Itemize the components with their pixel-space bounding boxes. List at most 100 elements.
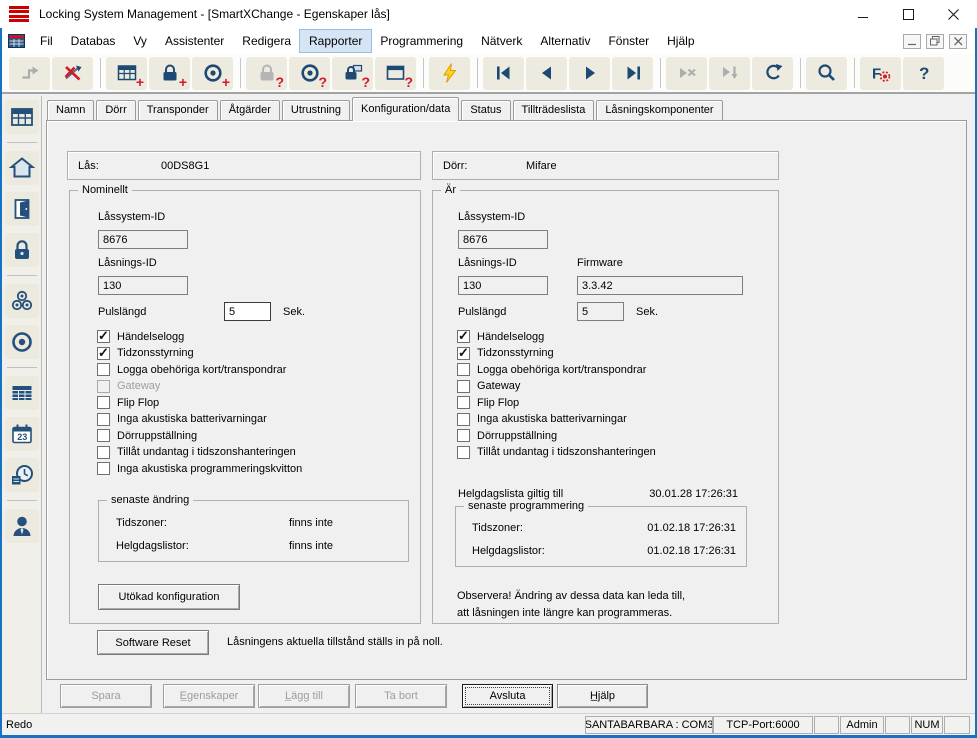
sidebar-matrix-button[interactable]: [5, 100, 39, 134]
sidebar-door-button[interactable]: [5, 192, 39, 226]
checkbox-box[interactable]: [457, 396, 470, 409]
mdi-restore-button[interactable]: [926, 34, 944, 49]
exit-button[interactable]: Avsluta: [462, 684, 553, 708]
add-lock-button[interactable]: [149, 57, 190, 90]
last-record-button[interactable]: [612, 57, 653, 90]
actual-system-id-input[interactable]: [458, 230, 548, 249]
checkbox-box[interactable]: [457, 429, 470, 442]
search-button[interactable]: [806, 57, 847, 90]
maximize-button[interactable]: [886, 0, 931, 28]
menu-rapporter[interactable]: Rapporter: [300, 30, 371, 52]
menu-assistenter[interactable]: Assistenter: [156, 30, 233, 52]
checkbox-box[interactable]: [97, 462, 110, 475]
tab-dorr[interactable]: Dörr: [96, 100, 135, 120]
properties-button[interactable]: E̲genskaper: [163, 684, 255, 708]
menu-fonster[interactable]: Fönster: [599, 30, 658, 52]
help-footer-button[interactable]: H̲jälp: [557, 684, 648, 708]
nominal-checkbox-tillat-undantag[interactable]: Tillåt undantag i tidszonshanteringen: [97, 446, 302, 459]
actual-checkbox-logga-obehoriga[interactable]: Logga obehöriga kort/transpondrar: [457, 363, 656, 376]
help-button[interactable]: ?: [903, 57, 944, 90]
actual-checkbox-handelselogg[interactable]: Händelselogg: [457, 330, 656, 343]
firmware-input[interactable]: [577, 276, 743, 295]
nominal-checkbox-inga-batterivarningar[interactable]: Inga akustiska batterivarningar: [97, 413, 302, 426]
cancel-button[interactable]: [666, 57, 707, 90]
minimize-button[interactable]: [841, 0, 886, 28]
software-reset-button[interactable]: Software Reset: [97, 630, 209, 655]
sidebar-user-button[interactable]: [5, 509, 39, 543]
menu-hjalp[interactable]: Hjälp: [658, 30, 703, 52]
checkbox-box[interactable]: [457, 380, 470, 393]
checkbox-box[interactable]: [457, 446, 470, 459]
nominal-checkbox-flip-flop[interactable]: Flip Flop: [97, 396, 302, 409]
close-button[interactable]: [931, 0, 976, 28]
checkbox-box[interactable]: [97, 429, 110, 442]
checkbox-box[interactable]: [97, 363, 110, 376]
add-button[interactable]: L̲ägg till: [258, 684, 350, 708]
add-transponder-button[interactable]: [192, 57, 233, 90]
tab-transponder[interactable]: Transponder: [138, 100, 218, 120]
tab-tilltradeslista[interactable]: Tillträdeslista: [513, 100, 595, 120]
checkbox-box[interactable]: [97, 396, 110, 409]
read-network-button[interactable]: [375, 57, 416, 90]
send-button[interactable]: [9, 57, 50, 90]
menu-alternativ[interactable]: Alternativ: [531, 30, 599, 52]
tab-namn[interactable]: Namn: [47, 100, 94, 120]
actual-checkbox-gateway[interactable]: Gateway: [457, 380, 656, 393]
checkbox-box[interactable]: [97, 330, 110, 343]
checkbox-box[interactable]: [97, 413, 110, 426]
actual-checkbox-inga-batterivarningar[interactable]: Inga akustiska batterivarningar: [457, 413, 656, 426]
menu-redigera[interactable]: Redigera: [233, 30, 300, 52]
nominal-checkbox-logga-obehoriga[interactable]: Logga obehöriga kort/transpondrar: [97, 363, 302, 376]
nominal-system-id-input[interactable]: [98, 230, 188, 249]
checkbox-box[interactable]: [97, 347, 110, 360]
nominal-pulse-input[interactable]: [224, 302, 271, 321]
first-record-button[interactable]: [483, 57, 524, 90]
menu-databas[interactable]: Databas: [62, 30, 125, 52]
mdi-close-button[interactable]: [949, 34, 967, 49]
nominal-checkbox-tidzonsstyrning[interactable]: Tidzonsstyrning: [97, 347, 302, 360]
tab-konfiguration-data[interactable]: Konfiguration/data: [352, 97, 459, 121]
nominal-checkbox-dorruppstallning[interactable]: Dörruppställning: [97, 429, 302, 442]
actual-checkbox-tillat-undantag[interactable]: Tillåt undantag i tidszonshanteringen: [457, 446, 656, 459]
sidebar-home-button[interactable]: [5, 151, 39, 185]
read-transponder-button[interactable]: [289, 57, 330, 90]
sidebar-calendar-button[interactable]: 23: [5, 417, 39, 451]
refresh-button[interactable]: [752, 57, 793, 90]
nominal-checkbox-handelselogg[interactable]: Händelselogg: [97, 330, 302, 343]
remove-button[interactable]: Ta bort: [355, 684, 447, 708]
actual-lock-id-input[interactable]: [458, 276, 548, 295]
tab-status[interactable]: Status: [461, 100, 510, 120]
sidebar-time-plan-button[interactable]: [5, 458, 39, 492]
read-card-lock-button[interactable]: [332, 57, 373, 90]
sidebar-lock-button[interactable]: [5, 233, 39, 267]
mdi-minimize-button[interactable]: [903, 34, 921, 49]
checkbox-box[interactable]: [97, 446, 110, 459]
sidebar-transponder-group-button[interactable]: [5, 284, 39, 318]
tab-utrustning[interactable]: Utrustning: [282, 100, 350, 120]
filter-settings-button[interactable]: F: [860, 57, 901, 90]
next-record-button[interactable]: [569, 57, 610, 90]
actual-checkbox-dorruppstallning[interactable]: Dörruppställning: [457, 429, 656, 442]
sidebar-list-button[interactable]: [5, 376, 39, 410]
execute-button[interactable]: [709, 57, 750, 90]
sidebar-transponder-button[interactable]: [5, 325, 39, 359]
nominal-lock-id-input[interactable]: [98, 276, 188, 295]
previous-record-button[interactable]: [526, 57, 567, 90]
checkbox-box[interactable]: [457, 347, 470, 360]
add-matrix-button[interactable]: [106, 57, 147, 90]
nominal-checkbox-inga-programmeringskvitton[interactable]: Inga akustiska programmeringskvitton: [97, 462, 302, 475]
menu-natverk[interactable]: Nätverk: [472, 30, 531, 52]
disconnect-button[interactable]: [52, 57, 93, 90]
actual-checkbox-tidzonsstyrning[interactable]: Tidzonsstyrning: [457, 347, 656, 360]
program-button[interactable]: [429, 57, 470, 90]
checkbox-box[interactable]: [457, 363, 470, 376]
extended-config-button[interactable]: Utökad konfiguration: [98, 584, 240, 610]
checkbox-box[interactable]: [457, 413, 470, 426]
menu-vy[interactable]: Vy: [124, 30, 156, 52]
read-lock-button[interactable]: [246, 57, 287, 90]
tab-atgarder[interactable]: Åtgärder: [220, 100, 280, 120]
actual-pulse-input[interactable]: [577, 302, 624, 321]
menu-fil[interactable]: Fil: [31, 30, 62, 52]
menu-programmering[interactable]: Programmering: [371, 30, 472, 52]
save-button[interactable]: Spara: [60, 684, 152, 708]
